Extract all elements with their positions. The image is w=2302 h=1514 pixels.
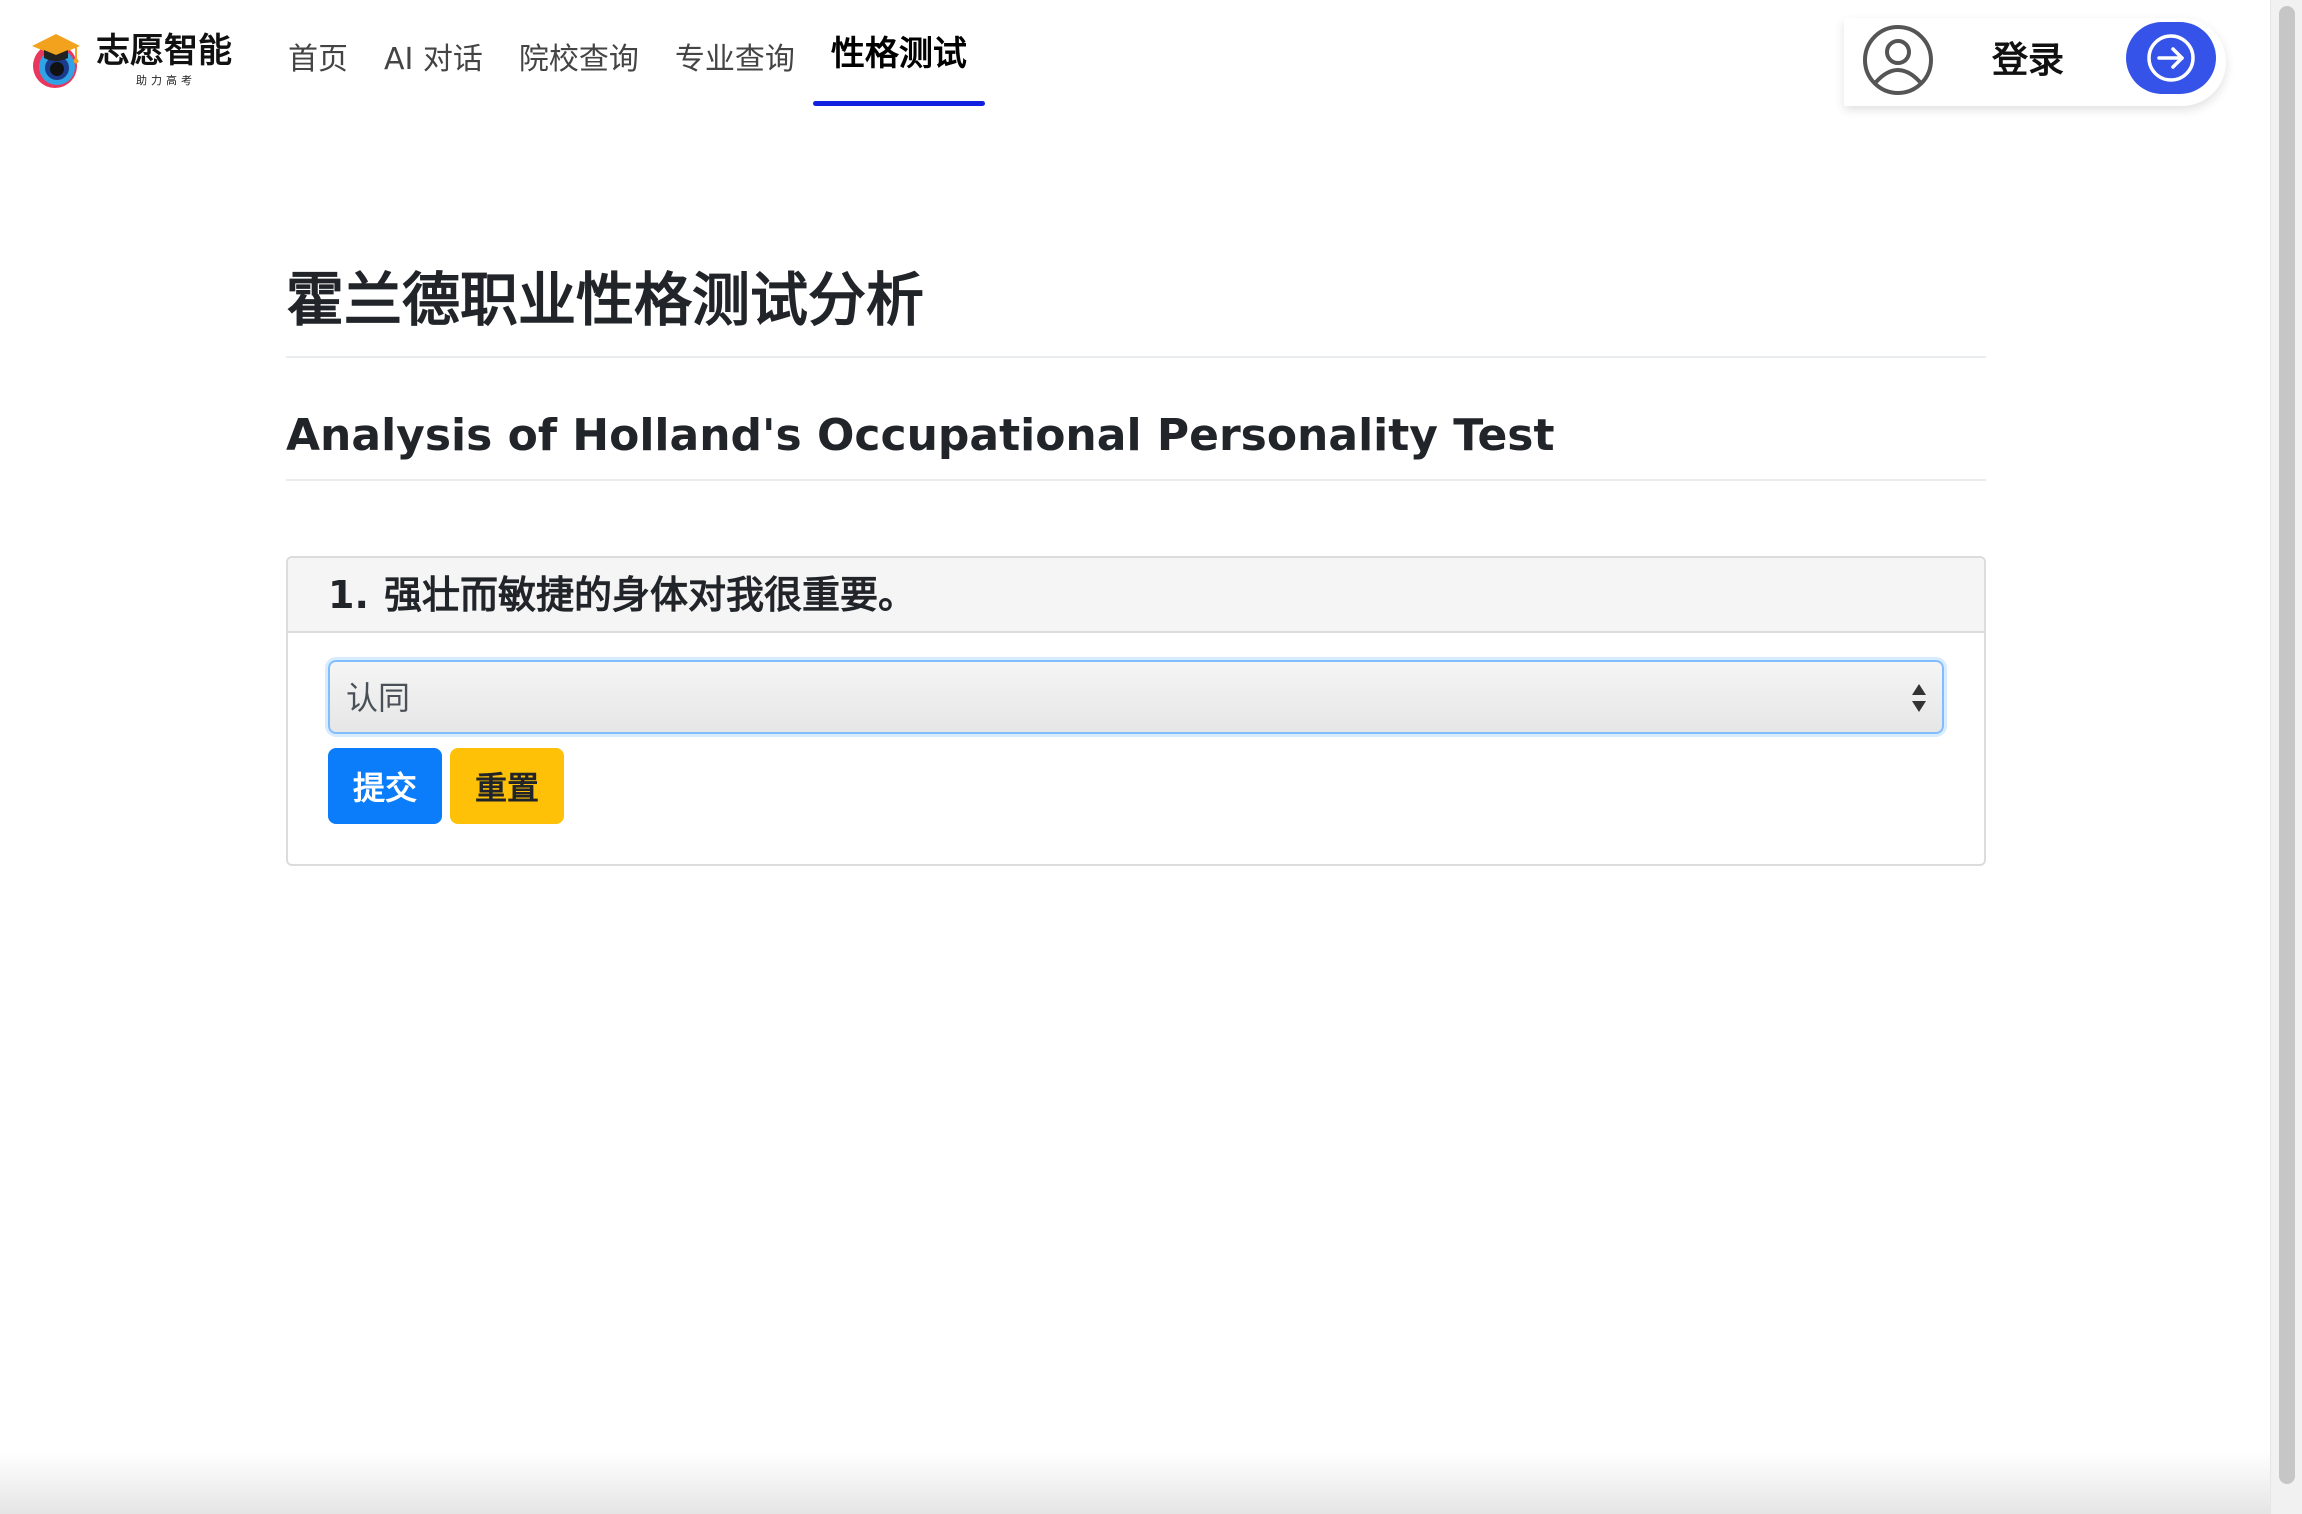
user-login-panel: 登录: [1844, 18, 2226, 106]
main-nav: 首页 AI 对话 院校查询 专业查询 性格测试: [270, 30, 985, 106]
question-card: 1. 强壮而敏捷的身体对我很重要。 认同 提交 重置: [286, 556, 1986, 866]
answer-select[interactable]: 认同: [328, 660, 1944, 734]
logo-graduate-icon: [32, 34, 80, 88]
vertical-scrollbar[interactable]: [2270, 0, 2302, 1514]
login-button[interactable]: [2126, 22, 2216, 94]
page-subtitle: Analysis of Holland's Occupational Perso…: [286, 410, 1555, 461]
nav-item-home[interactable]: 首页: [270, 30, 366, 106]
brand-title: 志愿智能: [96, 31, 232, 71]
nav-item-personality-test[interactable]: 性格测试: [812, 30, 985, 106]
nav-item-ai-chat[interactable]: AI 对话: [366, 30, 501, 106]
nav-item-college-search[interactable]: 院校查询: [501, 30, 657, 106]
arrow-right-circle-icon: [2147, 34, 2195, 82]
scrollbar-thumb[interactable]: [2279, 6, 2295, 1484]
question-header: 1. 强壮而敏捷的身体对我很重要。: [288, 558, 1984, 633]
subtitle-divider: [286, 479, 1986, 481]
bottom-shade: [0, 1452, 2270, 1514]
question-text: 强壮而敏捷的身体对我很重要。: [384, 573, 917, 617]
submit-button[interactable]: 提交: [328, 748, 442, 824]
login-label[interactable]: 登录: [1992, 38, 2064, 84]
reset-button[interactable]: 重置: [450, 748, 564, 824]
answer-select-value: 认同: [346, 679, 411, 717]
page-title: 霍兰德职业性格测试分析: [286, 266, 925, 334]
top-navbar: 志愿智能 助力高考 首页 AI 对话 院校查询 专业查询 性格测试 登录: [0, 0, 2270, 120]
user-circle-icon[interactable]: [1862, 24, 1934, 96]
brand-slogan: 助力高考: [136, 74, 196, 87]
nav-item-major-search[interactable]: 专业查询: [657, 30, 813, 106]
question-number: 1.: [328, 573, 369, 617]
select-arrows-icon: [1912, 684, 1926, 712]
title-divider: [286, 356, 1986, 358]
brand-logo[interactable]: 志愿智能 助力高考: [26, 28, 244, 92]
